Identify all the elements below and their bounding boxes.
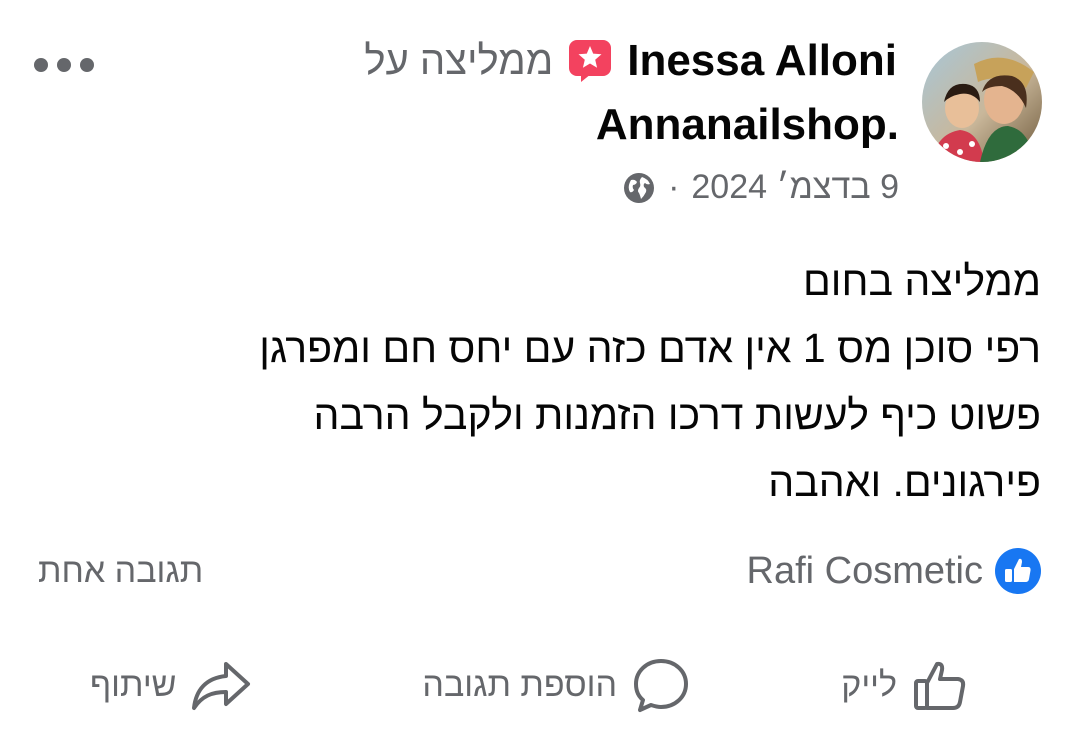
share-icon	[192, 662, 251, 710]
add-comment-label: הוספת תגובה	[422, 665, 617, 704]
body-line: ממליצה בחום	[803, 258, 1041, 304]
like-button[interactable]: לייק	[841, 650, 969, 720]
recommend-icon	[569, 40, 612, 82]
post-meta: 9 בדצמ׳ 2024 ·	[622, 168, 899, 207]
body-line: פשוט כיף לעשות דרכו הזמנות ולקבל הרבה	[313, 392, 1041, 438]
post-actions: לייק הוספת תגובה שיתוף	[0, 650, 1079, 720]
like-label: לייק	[841, 665, 897, 704]
author-name[interactable]: Inessa Alloni	[627, 36, 897, 86]
post-body: ממליצה בחום רפי סוכן מס 1 אין אדם כזה עם…	[81, 248, 1041, 516]
globe-icon	[624, 172, 655, 203]
body-line: פירגונים. ואהבה	[768, 459, 1041, 505]
more-dot-icon	[34, 58, 48, 72]
post-date[interactable]: 9 בדצמ׳ 2024	[691, 168, 899, 207]
add-comment-button[interactable]: הוספת תגובה	[422, 650, 691, 720]
comment-icon	[634, 659, 688, 712]
reply-count-link[interactable]: תגובה אחת	[38, 552, 203, 591]
more-dot-icon	[57, 58, 71, 72]
recommended-page-name[interactable]: Annanailshop.	[596, 100, 899, 150]
meta-separator: ·	[668, 168, 680, 206]
like-reaction-icon	[995, 548, 1041, 594]
review-post: Inessa Alloni ממליצה על Annanailshop. 9 …	[0, 0, 1079, 756]
share-button[interactable]: שיתוף	[90, 650, 252, 720]
share-label: שיתוף	[90, 665, 177, 704]
more-dot-icon	[80, 58, 94, 72]
reaction-name: Rafi Cosmetic	[746, 549, 984, 592]
body-line: רפי סוכן מס 1 אין אדם כזה עם יחס חם ומפר…	[259, 325, 1041, 371]
reactions-summary[interactable]: Rafi Cosmetic	[747, 546, 1044, 596]
more-options-button[interactable]	[28, 52, 100, 78]
thumbs-up-icon	[914, 661, 966, 710]
post-header: Inessa Alloni ממליצה על	[364, 36, 897, 86]
recommends-label: ממליצה על	[364, 38, 554, 83]
avatar[interactable]	[922, 42, 1042, 162]
